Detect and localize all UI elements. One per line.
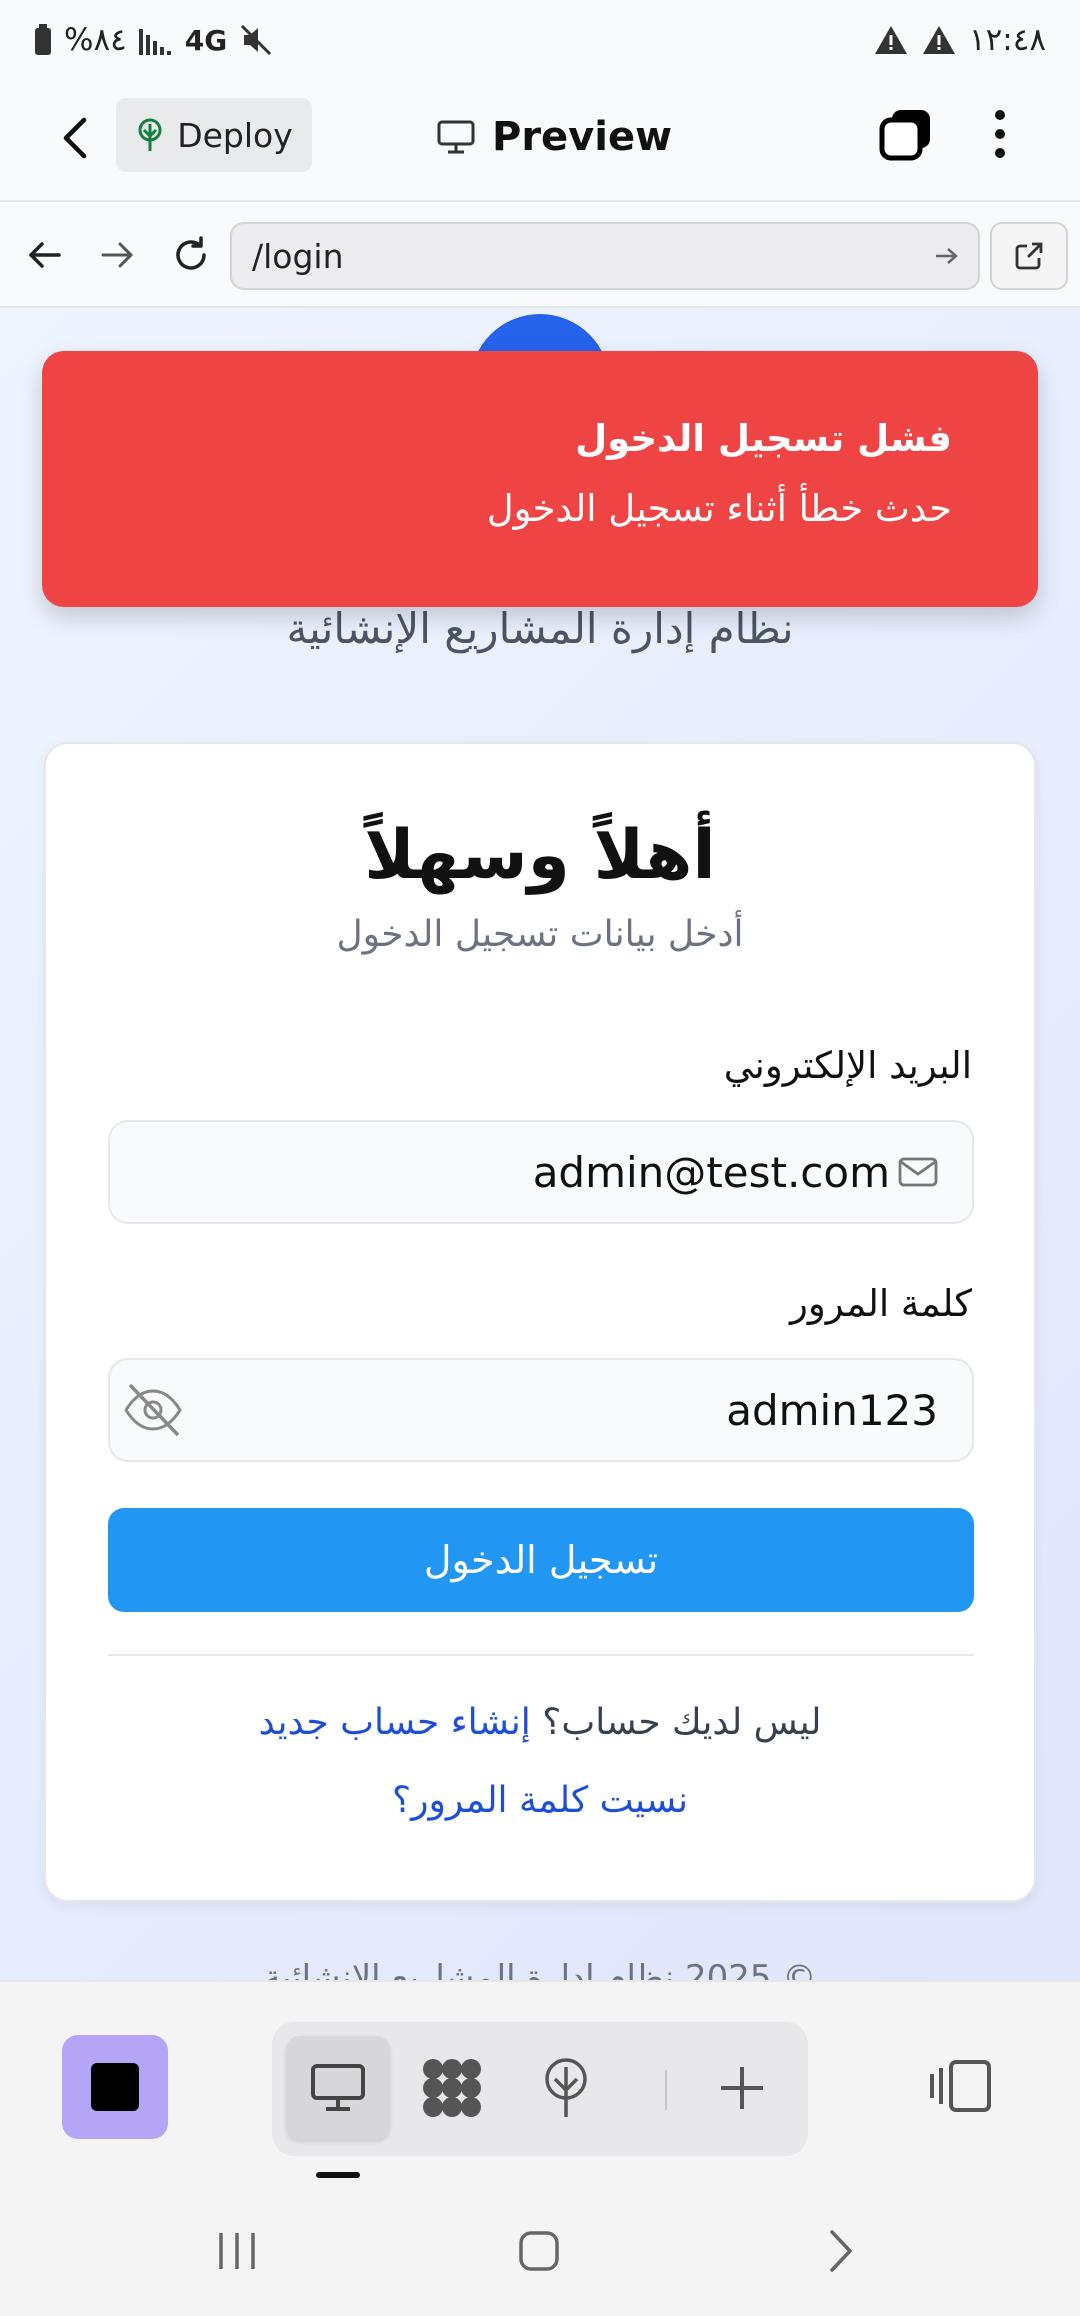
eye-off-icon[interactable] xyxy=(122,1381,184,1439)
browser-bar: /login xyxy=(0,202,1080,308)
login-subtitle: أدخل بيانات تسجيل الدخول xyxy=(336,914,744,955)
warning-icon xyxy=(873,24,909,56)
tabs-icon[interactable] xyxy=(876,104,936,164)
recent-apps-icon[interactable] xyxy=(202,2216,272,2286)
go-arrow-icon[interactable] xyxy=(934,246,958,266)
password-label: كلمة المرور xyxy=(790,1282,972,1325)
preview-tab[interactable] xyxy=(286,2036,390,2140)
deploy-button[interactable]: Deploy xyxy=(116,98,312,172)
password-field[interactable]: admin123 xyxy=(108,1358,974,1462)
monitor-icon xyxy=(309,2062,367,2114)
stop-button[interactable] xyxy=(62,2035,168,2139)
deploy-label: Deploy xyxy=(177,115,293,155)
create-account-link[interactable]: إنشاء حساب جديد xyxy=(259,1702,531,1743)
panel-icon[interactable] xyxy=(926,2036,996,2136)
external-link-icon[interactable] xyxy=(990,222,1068,290)
no-account-text: ليس لديك حساب؟ xyxy=(542,1702,822,1743)
battery-text: %٨٤ xyxy=(64,22,127,58)
url-bar[interactable]: /login xyxy=(230,222,980,290)
warning-icon xyxy=(921,24,957,56)
no-account-row: ليس لديك حساب؟ إنشاء حساب جديد xyxy=(46,1702,1034,1743)
monitor-icon xyxy=(436,119,476,155)
app-header: Deploy Preview xyxy=(0,80,1080,202)
login-card: أهلاً وسهلاً أدخل بيانات تسجيل الدخول ال… xyxy=(44,742,1036,1902)
system-back-icon[interactable] xyxy=(806,2216,876,2286)
footer-copyright: © 2025 نظام إدارة المشاريع الإنشائية xyxy=(263,1958,817,1980)
back-button[interactable] xyxy=(48,110,104,166)
welcome-heading: أهلاً وسهلاً xyxy=(364,816,716,895)
stop-icon xyxy=(91,2063,139,2111)
clock: ١٢:٤٨ xyxy=(968,22,1046,58)
signal-icon xyxy=(138,25,173,55)
deploy-tab[interactable] xyxy=(514,2036,618,2140)
workspace-tab[interactable] xyxy=(400,2036,504,2140)
url-text: /login xyxy=(252,236,344,276)
divider xyxy=(108,1654,974,1656)
email-field[interactable]: admin@test.com xyxy=(108,1120,974,1224)
more-vertical-icon[interactable] xyxy=(980,104,1020,164)
deploy-tree-icon xyxy=(135,118,165,152)
login-button[interactable]: تسجيل الدخول xyxy=(108,1508,974,1612)
email-label: البريد الإلكتروني xyxy=(723,1044,972,1087)
error-toast[interactable]: فشل تسجيل الدخول حدث خطأ أثناء تسجيل الد… xyxy=(42,351,1038,607)
separator xyxy=(665,2070,667,2110)
preview-label: Preview xyxy=(492,114,673,160)
system-name: نظام إدارة المشاريع الإنشائية xyxy=(286,604,794,653)
browser-back-icon[interactable] xyxy=(20,230,70,280)
status-bar: %٨٤ 4G ١٢:٤٨ xyxy=(0,0,1080,80)
mute-icon xyxy=(239,23,273,57)
password-value: admin123 xyxy=(726,1385,938,1435)
status-right: ١٢:٤٨ xyxy=(873,22,1046,58)
reload-icon[interactable] xyxy=(164,228,218,282)
system-nav-bar xyxy=(0,2180,1080,2316)
plus-icon xyxy=(717,2063,767,2113)
network-type: 4G xyxy=(184,23,228,57)
forgot-password-link[interactable]: نسيت كلمة المرور؟ xyxy=(46,1780,1034,1821)
battery-icon xyxy=(34,24,52,56)
browser-forward-icon[interactable] xyxy=(92,230,142,280)
toast-description: حدث خطأ أثناء تسجيل الدخول xyxy=(486,487,952,530)
bottom-toolbar xyxy=(0,1980,1080,2180)
email-value: admin@test.com xyxy=(532,1147,890,1197)
preview-title: Preview xyxy=(436,102,672,172)
grid-icon xyxy=(419,2055,485,2121)
active-tab-indicator xyxy=(316,2172,360,2178)
home-icon[interactable] xyxy=(504,2216,574,2286)
deploy-tree-icon xyxy=(540,2057,592,2119)
add-tab-button[interactable] xyxy=(690,2036,794,2140)
view-switcher xyxy=(272,2022,808,2156)
status-left: %٨٤ 4G xyxy=(34,22,273,58)
toast-title: فشل تسجيل الدخول xyxy=(575,417,952,460)
mail-icon xyxy=(898,1156,938,1188)
